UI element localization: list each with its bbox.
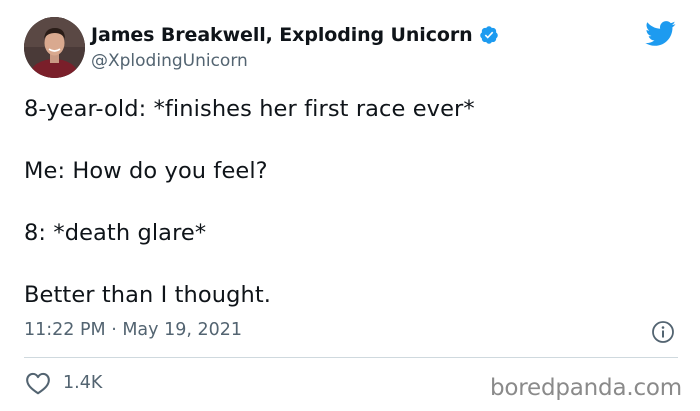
divider xyxy=(24,357,678,358)
tweet-text-line: Better than I thought. xyxy=(24,282,272,308)
tweet-timestamp[interactable]: 11:22 PM · May 19, 2021 xyxy=(24,320,242,340)
like-count: 1.4K xyxy=(63,373,103,393)
twitter-bird-icon[interactable] xyxy=(644,20,676,47)
tweet-text-line: 8: *death glare* xyxy=(24,220,207,246)
avatar[interactable] xyxy=(24,17,85,78)
avatar-photo-icon xyxy=(24,17,85,78)
tweet-text-line: 8-year-old: *finishes her first race eve… xyxy=(24,96,475,122)
watermark: boredpanda.com xyxy=(490,375,682,401)
author-handle[interactable]: @XplodingUnicorn xyxy=(91,51,248,71)
author-display-name[interactable]: James Breakwell, Exploding Unicorn xyxy=(91,24,473,46)
heart-icon[interactable] xyxy=(25,371,51,395)
tweet-text-line: Me: How do you feel? xyxy=(24,158,268,184)
like-button[interactable]: 1.4K xyxy=(25,371,102,395)
verified-badge-icon xyxy=(479,25,499,45)
author-name-row[interactable]: James Breakwell, Exploding Unicorn xyxy=(91,24,499,46)
info-icon[interactable] xyxy=(651,320,675,344)
